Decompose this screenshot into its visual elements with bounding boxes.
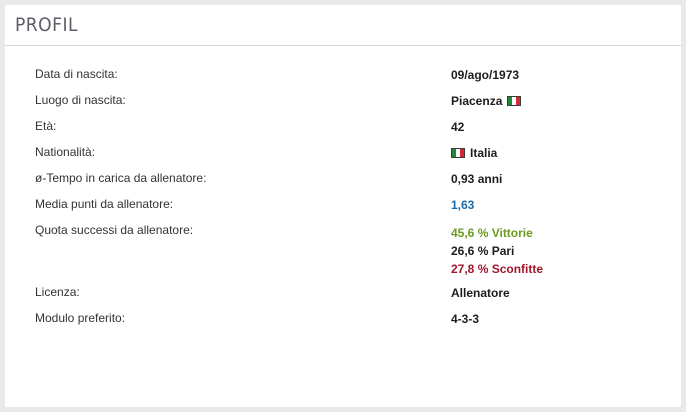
losses-rate: 27,8 % Sconfitte (451, 262, 544, 276)
page-title: PROFIL (15, 14, 79, 36)
row-success-rate: Quota successi da allenatore: 45,6 % Vit… (35, 221, 655, 283)
nationality-label: Nationalità: (35, 145, 96, 159)
row-formation: Modulo preferito: 4-3-3 (35, 309, 655, 335)
row-birth-place: Luogo di nascita: Piacenza (35, 91, 655, 117)
license-text: Allenatore (451, 286, 510, 300)
row-age: Età: 42 (35, 117, 655, 143)
profile-card-header: PROFIL (5, 5, 681, 46)
row-avg-tenure: ø-Tempo in carica da allenatore: 0,93 an… (35, 169, 655, 195)
birth-date-value: 09/ago/1973 (451, 68, 519, 82)
avg-points-value[interactable]: 1,63 (451, 198, 474, 212)
age-text: 42 (451, 120, 465, 134)
birth-place-value: Piacenza (451, 94, 522, 108)
row-avg-points: Media punti da allenatore: 1,63 (35, 195, 655, 221)
license-value: Allenatore (451, 286, 510, 300)
row-nationality: Nationalità: Italia (35, 143, 655, 169)
avg-tenure-label: ø-Tempo in carica da allenatore: (35, 171, 207, 185)
italy-flag-icon (451, 148, 465, 158)
birth-place-label: Luogo di nascita: (35, 93, 126, 107)
license-label: Licenza: (35, 285, 80, 299)
avg-points-link[interactable]: 1,63 (451, 198, 474, 212)
avg-tenure-value: 0,93 anni (451, 172, 502, 186)
age-value: 42 (451, 120, 464, 134)
nationality-text: Italia (470, 146, 498, 160)
birth-date-text: 09/ago/1973 (451, 68, 520, 82)
birth-place-text[interactable]: Piacenza (451, 94, 502, 108)
draws-rate: 26,6 % Pari (451, 244, 515, 258)
row-license: Licenza: Allenatore (35, 283, 655, 309)
row-birth-date: Data di nascita: 09/ago/1973 (35, 65, 655, 91)
age-label: Età: (35, 119, 57, 133)
nationality-value: Italia (451, 146, 497, 160)
formation-text: 4-3-3 (451, 312, 480, 326)
birth-date-label: Data di nascita: (35, 67, 118, 81)
formation-value: 4-3-3 (451, 312, 479, 326)
profile-details: Data di nascita: 09/ago/1973 Luogo di na… (35, 65, 655, 335)
italy-flag-icon (507, 96, 522, 106)
wins-rate: 45,6 % Vittorie (451, 226, 533, 240)
avg-points-label: Media punti da allenatore: (35, 197, 174, 211)
success-rate-values: 45,6 % Vittorie 26,6 % Pari 27,8 % Sconf… (451, 224, 543, 278)
profile-card: PROFIL Data di nascita: 09/ago/1973 Luog… (5, 5, 681, 407)
avg-tenure-text: 0,93 anni (451, 172, 503, 186)
formation-label: Modulo preferito: (35, 311, 126, 325)
success-rate-label: Quota successi da allenatore: (35, 223, 194, 237)
